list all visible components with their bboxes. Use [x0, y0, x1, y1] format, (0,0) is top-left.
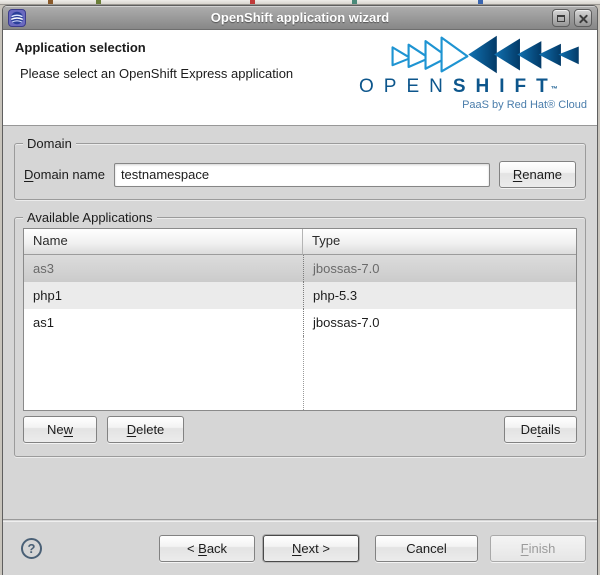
applications-group-legend: Available Applications [23, 210, 157, 225]
eclipse-app-icon [8, 9, 26, 27]
next-button[interactable]: Next > [263, 534, 359, 562]
page-title: Application selection [15, 40, 146, 55]
close-button[interactable] [574, 9, 592, 27]
openshift-flags-icon [391, 35, 579, 74]
window-title: OpenShift application wizard [210, 10, 390, 25]
domain-name-label: Domain name [24, 167, 105, 182]
openshift-logo: OPEN SHIFT ™ PaaS by Red Hat® Cloud [357, 32, 589, 111]
applications-table: Name Type as3 jbossas-7.0 php1 php-5.3 a… [23, 228, 577, 411]
cancel-button[interactable]: Cancel [375, 534, 478, 562]
back-button[interactable]: < Back [159, 534, 255, 562]
details-button[interactable]: Details [504, 416, 577, 443]
button-bar: ? < Back Next > Cancel Finish [3, 521, 597, 575]
new-button[interactable]: New [23, 416, 97, 443]
available-applications-group: Available Applications Name Type as3 jbo… [14, 210, 586, 457]
column-header-type[interactable]: Type [303, 229, 576, 255]
domain-name-input[interactable] [113, 162, 490, 187]
app-type-cell: php-5.3 [303, 282, 576, 309]
column-header-name[interactable]: Name [24, 229, 303, 255]
table-row[interactable]: as3 jbossas-7.0 [24, 255, 576, 282]
maximize-button[interactable] [552, 9, 570, 27]
wizard-dialog: OpenShift application wizard Application… [2, 5, 598, 575]
finish-button[interactable]: Finish [490, 534, 586, 562]
wizard-body: Domain Domain name Rename Available Appl… [3, 126, 597, 575]
table-row[interactable]: php1 php-5.3 [24, 282, 576, 309]
domain-group-legend: Domain [23, 136, 76, 151]
app-name-cell: as3 [33, 261, 54, 276]
title-bar[interactable]: OpenShift application wizard [3, 6, 597, 30]
close-icon [579, 14, 588, 23]
wizard-header: Application selection Please select an O… [3, 30, 597, 126]
delete-button[interactable]: Delete [107, 416, 184, 443]
domain-group: Domain Domain name Rename [14, 136, 586, 200]
app-type-cell: jbossas-7.0 [303, 255, 576, 282]
table-header: Name Type [24, 229, 576, 255]
app-name-cell: as1 [33, 315, 54, 330]
table-row[interactable]: as1 jbossas-7.0 [24, 309, 576, 336]
rename-button[interactable]: Rename [498, 161, 576, 188]
openshift-wordmark: OPEN SHIFT ™ [359, 76, 558, 97]
table-empty-area [24, 336, 576, 410]
logo-tagline: PaaS by Red Hat® Cloud [462, 99, 587, 111]
maximize-icon [557, 14, 565, 22]
page-subtitle: Please select an OpenShift Express appli… [20, 66, 294, 81]
app-name-cell: php1 [33, 288, 62, 303]
help-button[interactable]: ? [21, 537, 42, 559]
app-type-cell: jbossas-7.0 [303, 309, 576, 336]
